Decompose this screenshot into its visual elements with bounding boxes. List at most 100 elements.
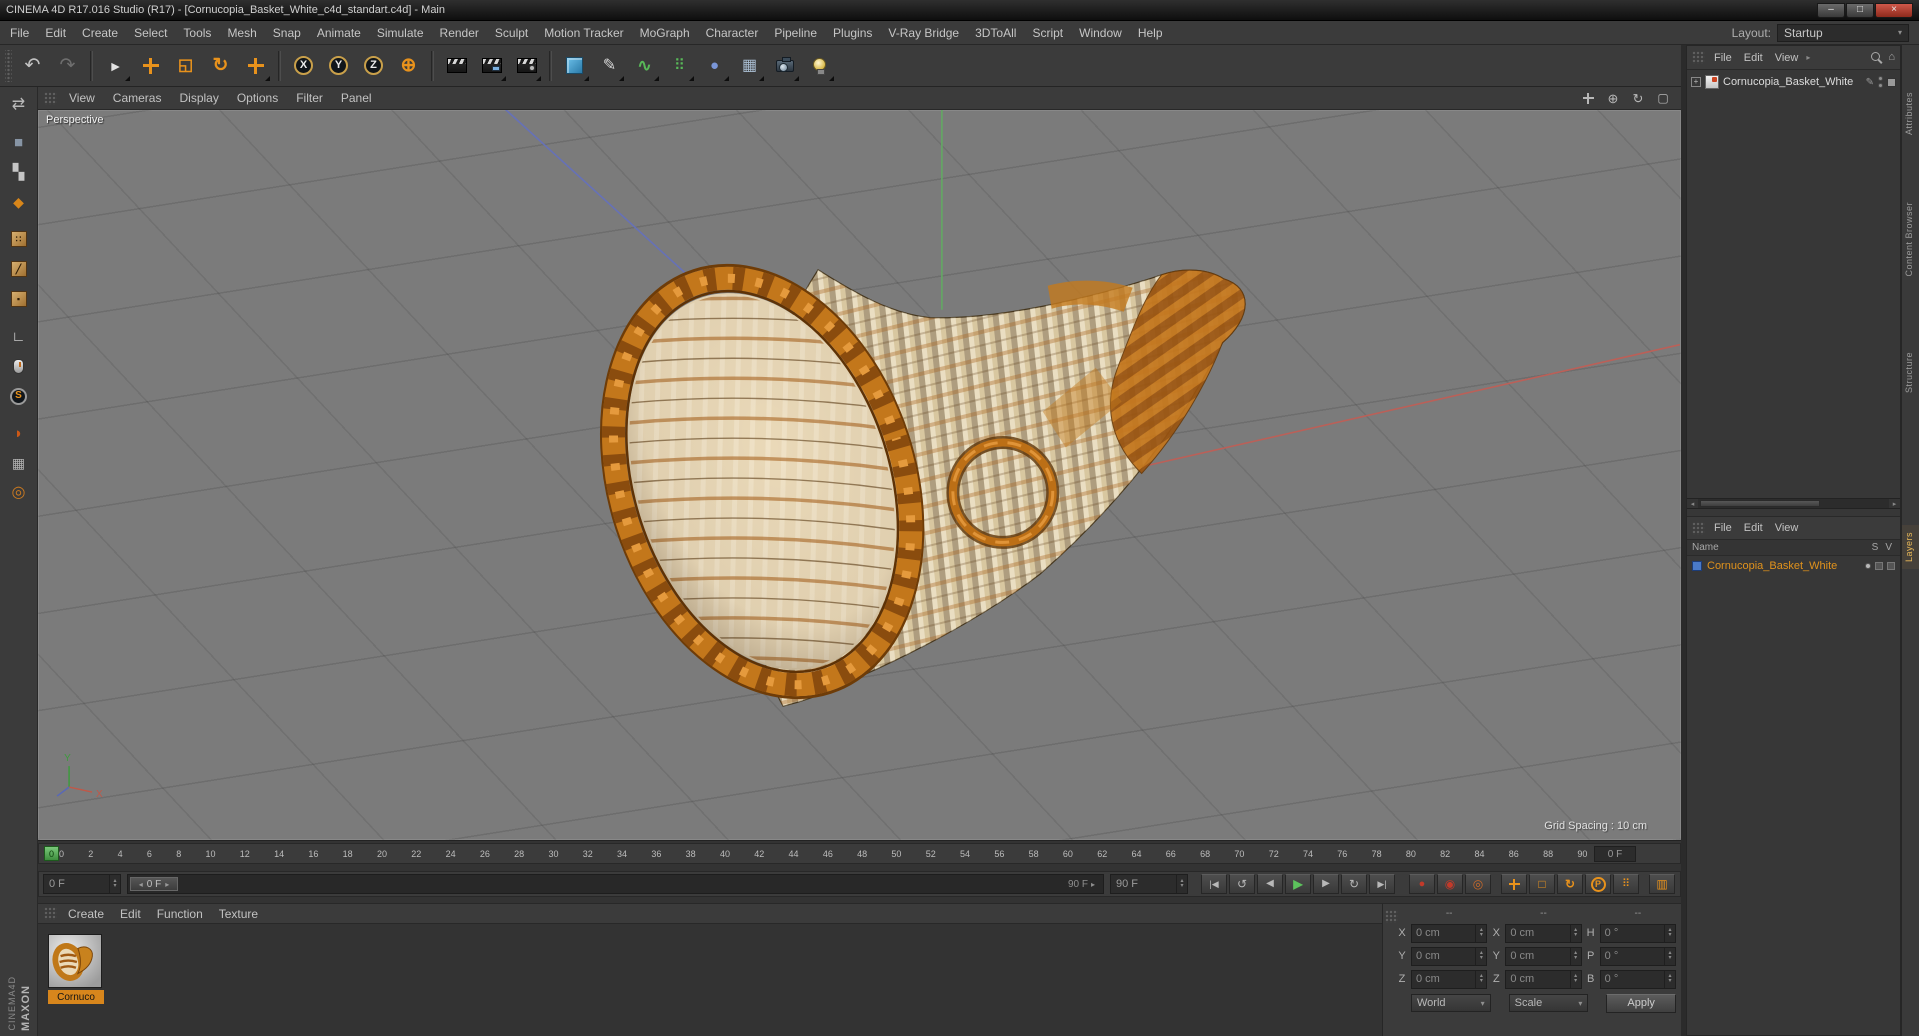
panel-handle[interactable] — [1692, 521, 1705, 535]
render-picture-viewer-icon[interactable] — [474, 47, 509, 85]
lock-x-icon[interactable]: X — [286, 47, 321, 85]
camera-icon[interactable] — [767, 47, 802, 85]
stepper-icon[interactable]: ▴ ▾ — [1663, 970, 1675, 988]
edit-icon[interactable]: ✎ — [1866, 77, 1874, 88]
toggle-view-icon[interactable]: ▢ — [1652, 88, 1674, 108]
goto-start-button[interactable]: |◀ — [1201, 874, 1227, 894]
material-menu-texture[interactable]: Texture — [211, 905, 266, 923]
record-keyframe-button[interactable]: ● — [1409, 874, 1435, 894]
menu-simulate[interactable]: Simulate — [369, 23, 432, 43]
pen-spline-icon[interactable]: ✎ — [592, 47, 627, 85]
name-column-header[interactable]: Name — [1692, 542, 1719, 553]
h-rotation-field[interactable]: 0 ° ▴ ▾ — [1599, 923, 1676, 943]
viewport-menu-options[interactable]: Options — [228, 89, 287, 107]
workplane-lock-icon[interactable]: ▦ — [2, 448, 36, 478]
points-mode-icon[interactable]: ∷ — [2, 224, 36, 254]
y-size-field[interactable]: 0 cm ▴ ▾ — [1505, 946, 1582, 966]
record-rotation-toggle[interactable]: ↻ — [1557, 874, 1583, 894]
live-selection-icon[interactable]: ► — [98, 47, 133, 85]
menu-animate[interactable]: Animate — [309, 23, 369, 43]
scrollbar-thumb[interactable] — [1700, 500, 1820, 507]
menu-help[interactable]: Help — [1130, 23, 1171, 43]
menu-mograph[interactable]: MoGraph — [632, 23, 698, 43]
size-header[interactable]: -- — [1505, 908, 1581, 919]
play-button[interactable]: ▶ — [1285, 874, 1311, 894]
material-menu-function[interactable]: Function — [149, 905, 211, 923]
panel-handle[interactable] — [44, 91, 57, 105]
stepper-icon[interactable]: ▴ ▾ — [1569, 947, 1581, 965]
stepper-icon[interactable]: ▴ ▾ — [1663, 947, 1675, 965]
menu-script[interactable]: Script — [1024, 23, 1071, 43]
layer-name[interactable]: Cornucopia_Basket_White — [1707, 560, 1837, 572]
apply-button[interactable]: Apply — [1606, 993, 1677, 1013]
lock-y-icon[interactable]: Y — [321, 47, 356, 85]
dock-tab-layers[interactable]: Layers — [1902, 525, 1919, 570]
menu-file[interactable]: File — [2, 23, 37, 43]
redo-icon[interactable]: ↷ — [50, 47, 85, 85]
b-rotation-field[interactable]: 0 ° ▴ ▾ — [1599, 969, 1676, 989]
align-workplane-icon[interactable]: ◎ — [2, 478, 36, 508]
menu-v-ray-bridge[interactable]: V-Ray Bridge — [880, 23, 967, 43]
next-frame-button[interactable]: ▶ — [1313, 874, 1339, 894]
menu-sculpt[interactable]: Sculpt — [487, 23, 536, 43]
mograph-icon[interactable]: ▦ — [732, 47, 767, 85]
timeline-slider[interactable]: ◂ 0 F ▸ 90 F ▸ — [127, 874, 1104, 894]
viewport-canvas[interactable]: Y X Perspective Grid Spacing : 10 cm — [38, 110, 1681, 841]
record-parameter-toggle[interactable]: P — [1585, 874, 1611, 894]
last-tool-icon[interactable] — [238, 47, 273, 85]
menu-create[interactable]: Create — [74, 23, 126, 43]
expand-icon[interactable]: + — [1691, 77, 1701, 87]
timeline-marker[interactable]: 0 — [44, 846, 59, 861]
p-rotation-field[interactable]: 0 ° ▴ ▾ — [1599, 946, 1676, 966]
timeline-slider-handle[interactable]: ◂ 0 F ▸ — [130, 877, 178, 891]
make-editable-icon[interactable]: ⇄ — [2, 90, 36, 120]
current-frame-field[interactable]: 0 F ▴ ▾ — [43, 874, 121, 894]
stepper-icon[interactable]: ▴ ▾ — [1475, 924, 1486, 942]
layer-menu-view[interactable]: View — [1769, 520, 1805, 536]
object-menu-edit[interactable]: Edit — [1738, 50, 1769, 66]
brush-icon[interactable]: ◗ — [2, 418, 36, 448]
light-icon[interactable] — [802, 47, 837, 85]
close-button[interactable]: × — [1875, 2, 1913, 18]
solo-toggle[interactable] — [1875, 562, 1883, 570]
stepper-icon[interactable]: ▴ ▾ — [109, 875, 120, 893]
object-row[interactable]: + Cornucopia_Basket_White ✎ — [1687, 70, 1900, 94]
layer-chip[interactable] — [1887, 77, 1896, 87]
move-icon[interactable] — [133, 47, 168, 85]
model-mode-icon[interactable]: ■ — [2, 127, 36, 157]
clone-tools-icon[interactable]: ⠿ — [662, 47, 697, 85]
edges-mode-icon[interactable]: ╱ — [2, 254, 36, 284]
menu-window[interactable]: Window — [1071, 23, 1130, 43]
simulation-icon[interactable]: ● — [697, 47, 732, 85]
snap-icon[interactable]: S — [2, 381, 36, 411]
keyframe-selection-button[interactable]: ◎ — [1465, 874, 1491, 894]
render-view-icon[interactable] — [439, 47, 474, 85]
play-backward-button[interactable]: ↺ — [1229, 874, 1255, 894]
layout-select[interactable]: Startup ▾ — [1777, 23, 1909, 42]
layer-dot-icon[interactable] — [1865, 563, 1871, 569]
texture-mode-icon[interactable]: ▚ — [2, 157, 36, 187]
record-scale-toggle[interactable]: □ — [1529, 874, 1555, 894]
powerslider-options-button[interactable]: ▥ — [1649, 874, 1675, 894]
horizontal-scrollbar[interactable]: ◂ ▸ — [1687, 498, 1900, 509]
menu-3dtoall[interactable]: 3DToAll — [967, 23, 1024, 43]
visible-column-header[interactable]: V — [1885, 542, 1892, 553]
rotation-header[interactable]: -- — [1600, 908, 1676, 919]
rotate-icon[interactable]: ↻ — [203, 47, 238, 85]
y-position-field[interactable]: 0 cm ▴ ▾ — [1411, 946, 1488, 966]
viewport-menu-cameras[interactable]: Cameras — [104, 89, 171, 107]
record-pla-toggle[interactable]: ⠿ — [1613, 874, 1639, 894]
scroll-left-icon[interactable]: ◂ — [1687, 499, 1698, 508]
home-icon[interactable]: ⌂ — [1888, 52, 1895, 63]
menu-select[interactable]: Select — [126, 23, 175, 43]
x-position-field[interactable]: 0 cm ▴ ▾ — [1411, 923, 1488, 943]
deformer-icon[interactable]: ∿ — [627, 47, 662, 85]
layer-row[interactable]: Cornucopia_Basket_White — [1687, 556, 1900, 576]
position-header[interactable]: -- — [1411, 908, 1487, 919]
scroll-right-icon[interactable]: ▸ — [1889, 499, 1900, 508]
add-cube-icon[interactable] — [557, 47, 592, 85]
visibility-dots[interactable] — [1878, 76, 1883, 88]
object-menu-view[interactable]: View — [1769, 50, 1805, 66]
timeline-ruler[interactable]: 0 2 4 6 8 10 12 14 16 18 20 22 24 26 28 30 32 34 36 38 40 42 4… — [38, 843, 1681, 864]
viewport-menu-view[interactable]: View — [60, 89, 104, 107]
